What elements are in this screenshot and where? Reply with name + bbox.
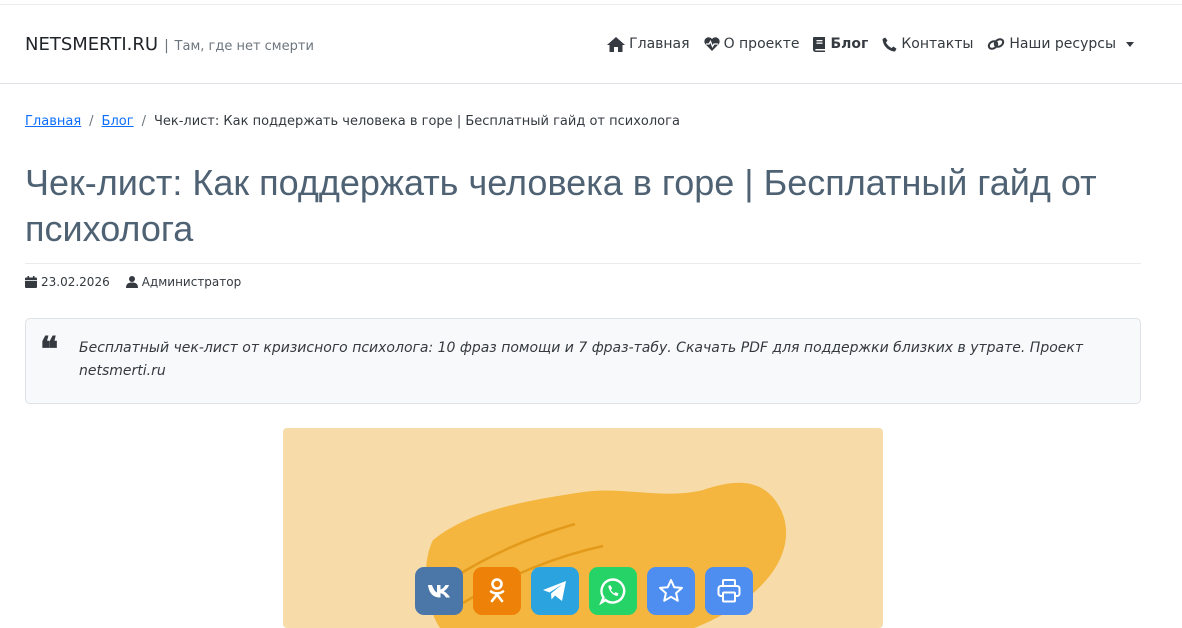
article-meta: 23.02.2026 Администратор (25, 275, 241, 289)
brand-separator: | (164, 38, 169, 54)
share-vk-button[interactable] (415, 567, 463, 615)
quote-left-icon: ❝ (40, 330, 59, 370)
heartbeat-icon (703, 37, 720, 51)
article-date: 23.02.2026 (25, 275, 110, 289)
article-summary: ❝ Бесплатный чек-лист от кризисного псих… (25, 318, 1141, 404)
book-icon (813, 36, 826, 52)
site-brand[interactable]: NETSMERTI.RU | Там, где нет смерти (25, 34, 314, 55)
home-icon (607, 36, 626, 52)
user-icon (125, 276, 138, 288)
star-icon (659, 579, 683, 602)
printer-icon (717, 579, 741, 603)
share-whatsapp-button[interactable] (589, 567, 637, 615)
bookmark-button[interactable] (647, 567, 695, 615)
odnoklassniki-icon (489, 578, 505, 603)
breadcrumb-separator: / (141, 114, 146, 129)
share-odnoklassniki-button[interactable] (473, 567, 521, 615)
nav-home[interactable]: Главная (607, 36, 690, 52)
calendar-icon (25, 276, 37, 288)
chevron-down-icon (1126, 41, 1134, 47)
vk-icon (428, 585, 450, 598)
article-author-name: Администратор (141, 275, 242, 289)
article-author: Администратор (125, 275, 242, 289)
title-divider (25, 263, 1141, 264)
breadcrumb-blog-link[interactable]: Блог (102, 114, 134, 129)
nav-contacts-label: Контакты (901, 36, 974, 52)
nav-resources-dropdown[interactable]: Наши ресурсы (987, 36, 1134, 52)
breadcrumb-home-link[interactable]: Главная (25, 114, 81, 129)
link-icon (988, 38, 1005, 50)
main-nav: Главная О проекте Блог Контакты Наши рес… (607, 36, 1134, 52)
print-button[interactable] (705, 567, 753, 615)
phone-icon (882, 37, 897, 51)
nav-resources-label: Наши ресурсы (1009, 36, 1116, 52)
brand-name[interactable]: NETSMERTI.RU (25, 34, 158, 55)
top-navbar: NETSMERTI.RU | Там, где нет смерти Главна… (0, 4, 1182, 84)
nav-blog[interactable]: Блог (813, 36, 868, 52)
article-date-value: 23.02.2026 (41, 275, 110, 289)
telegram-icon (543, 581, 566, 601)
nav-home-label: Главная (629, 36, 690, 52)
nav-contacts[interactable]: Контакты (882, 36, 973, 52)
breadcrumb-separator: / (89, 114, 94, 129)
share-telegram-button[interactable] (531, 567, 579, 615)
breadcrumb: Главная / Блог / Чек-лист: Как поддержать че… (25, 114, 680, 129)
nav-about[interactable]: О проекте (703, 36, 800, 52)
whatsapp-icon (599, 578, 626, 605)
nav-blog-label: Блог (830, 36, 869, 52)
share-bar (415, 567, 753, 615)
nav-about-label: О проекте (723, 36, 800, 52)
summary-text: Бесплатный чек-лист от кризисного психол… (79, 340, 1084, 379)
brand-tagline: Там, где нет смерти (174, 39, 314, 54)
breadcrumb-current: Чек-лист: Как поддержать человека в горе… (153, 114, 680, 129)
page-title: Чек-лист: Как поддержать человека в горе… (25, 162, 1097, 249)
